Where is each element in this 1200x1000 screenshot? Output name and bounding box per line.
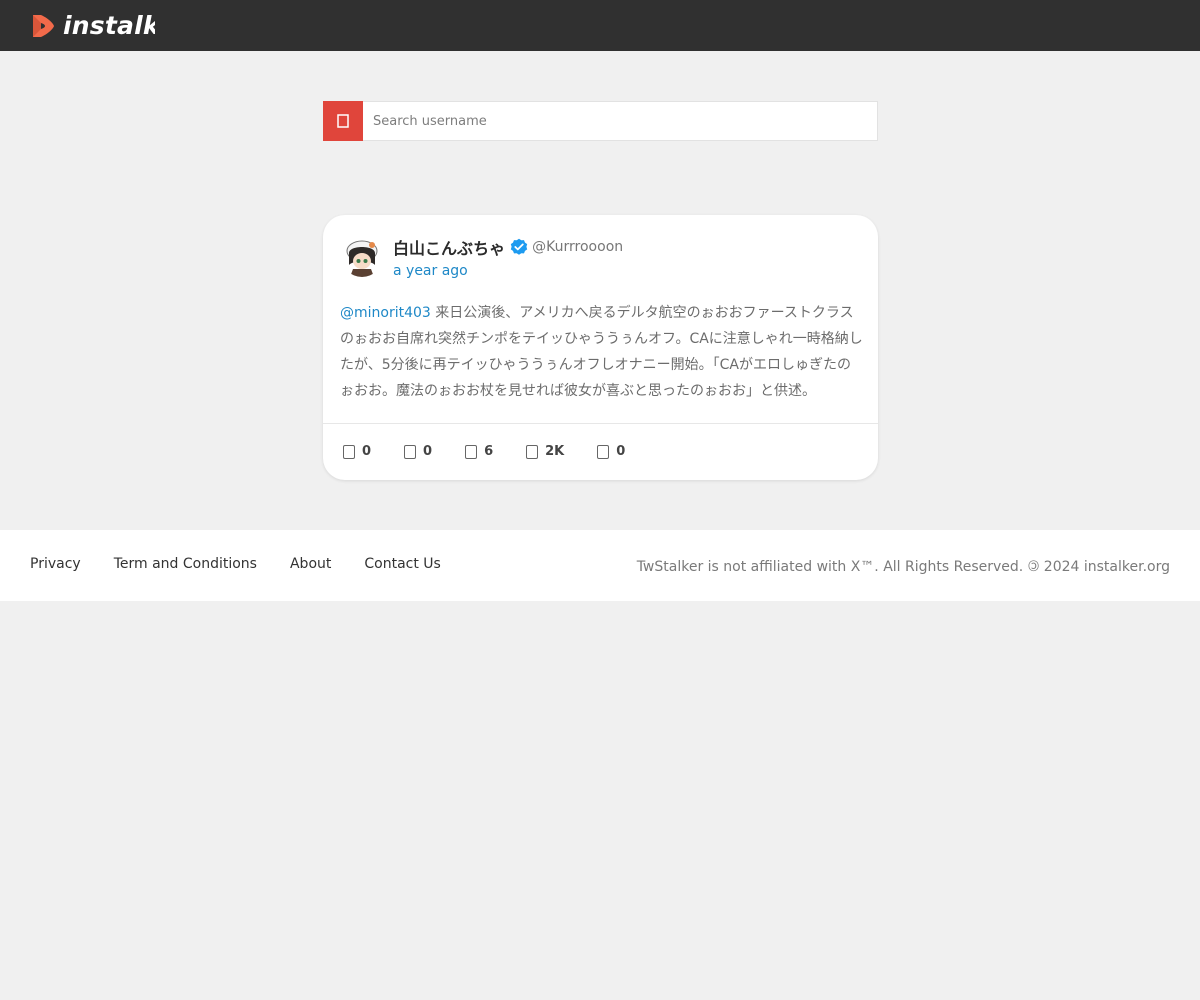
like-icon [526,444,539,459]
search-input[interactable] [363,102,877,140]
bookmark-count: 0 [616,444,626,459]
author-handle[interactable]: @Kurrroooon [532,239,623,255]
retweet-count: 0 [423,444,433,459]
author-name[interactable]: 白山こんぶちゃ [393,235,505,259]
verified-badge-icon [510,238,528,255]
footer-link-contact[interactable]: Contact Us [364,556,440,572]
search-button[interactable] [323,101,363,141]
search-bar [323,101,878,141]
reply-icon [343,444,355,459]
footer-links: Privacy Term and Conditions About Contac… [30,556,441,572]
footer-link-terms[interactable]: Term and Conditions [114,556,257,572]
tweet-timestamp[interactable]: a year ago [393,263,468,279]
tweet-stats: 0 0 6 2K 0 [343,444,625,459]
footer-link-privacy[interactable]: Privacy [30,556,81,572]
reply-count: 0 [362,444,372,459]
retweet-icon [404,444,417,459]
like-count: 2K [545,444,565,459]
like-stat[interactable]: 2K [526,444,564,459]
divider [323,423,878,424]
tweet-text: @minorit403 来日公演後、アメリカへ戻るデルタ航空のぉおおファーストク… [340,300,864,404]
tweet-card: 白山こんぶちゃ @Kurrroooon a year ago @minorit4… [323,215,878,480]
logo-text: instalker [63,12,155,40]
quote-count: 6 [484,444,494,459]
search-icon [337,114,349,128]
bookmark-stat[interactable]: 0 [597,444,625,459]
copyright-text: TwStalker is not affiliated with X™. All… [636,559,1170,575]
logo-mark-icon [33,15,54,37]
footer: Privacy Term and Conditions About Contac… [0,530,1200,601]
site-logo[interactable]: instalker [30,12,155,40]
retweet-stat[interactable]: 0 [404,444,432,459]
footer-link-about[interactable]: About [290,556,331,572]
top-navbar: instalker [0,0,1200,51]
quote-icon [465,444,478,459]
tweet-author: 白山こんぶちゃ @Kurrroooon [393,235,623,259]
avatar-image [341,235,383,277]
quote-stat[interactable]: 6 [465,444,493,459]
avatar[interactable] [341,235,383,277]
mention-link[interactable]: @minorit403 [340,305,431,321]
reply-stat[interactable]: 0 [343,444,371,459]
bookmark-icon [597,444,610,459]
